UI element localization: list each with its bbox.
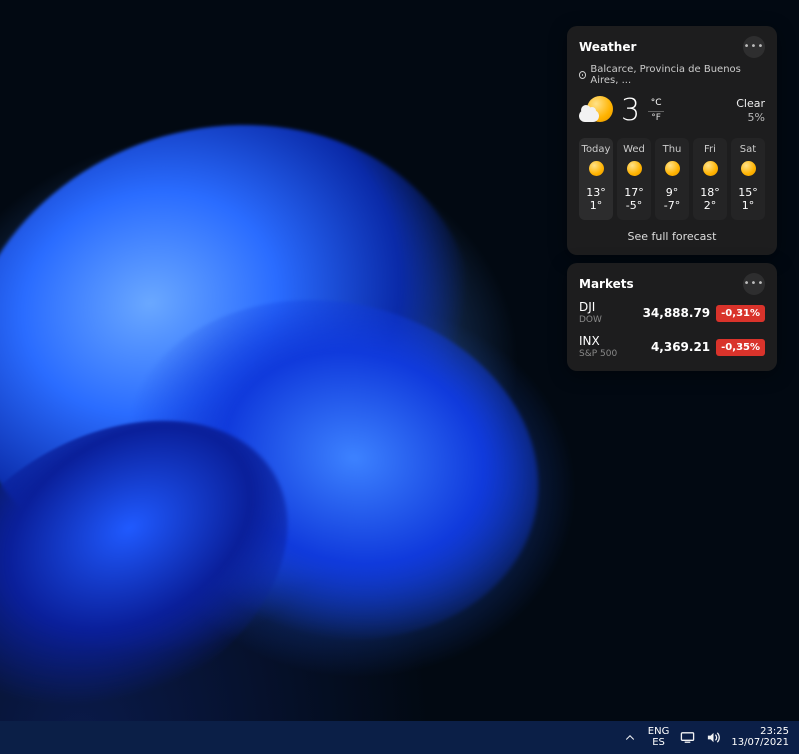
market-change-badge: -0,31% xyxy=(716,305,765,322)
forecast-day-label: Sat xyxy=(733,144,763,155)
market-symbol: INX xyxy=(579,335,651,349)
unit-celsius: °C xyxy=(651,98,662,109)
weather-condition: Clear 5% xyxy=(736,97,765,125)
forecast-hi: 15° xyxy=(733,186,763,199)
sun-icon xyxy=(700,159,720,179)
condition-detail: 5% xyxy=(736,111,765,125)
language-indicator[interactable]: ENG ES xyxy=(648,727,670,748)
weather-widget[interactable]: Weather ••• Balcarce, Provincia de Bueno… xyxy=(567,26,777,255)
forecast-hi: 18° xyxy=(695,186,725,199)
partly-cloudy-icon xyxy=(579,94,613,128)
forecast-day-label: Thu xyxy=(657,144,687,155)
forecast-day-label: Wed xyxy=(619,144,649,155)
forecast-hi: 9° xyxy=(657,186,687,199)
forecast-row: Today 13° 1° Wed 17° -5° Thu 9° -7° Fri … xyxy=(579,138,765,220)
sun-icon xyxy=(624,159,644,179)
volume-icon[interactable] xyxy=(705,730,721,746)
forecast-day[interactable]: Today 13° 1° xyxy=(579,138,613,220)
ellipsis-icon: ••• xyxy=(744,279,765,289)
language-top: ENG xyxy=(648,727,670,738)
tray-overflow-button[interactable] xyxy=(622,730,638,746)
forecast-day[interactable]: Sat 15° 1° xyxy=(731,138,765,220)
forecast-day[interactable]: Thu 9° -7° xyxy=(655,138,689,220)
widget-panel: Weather ••• Balcarce, Provincia de Bueno… xyxy=(567,26,777,371)
sun-icon xyxy=(738,159,758,179)
forecast-day-label: Today xyxy=(581,144,611,155)
market-change-badge: -0,35% xyxy=(716,339,765,356)
forecast-hi: 13° xyxy=(581,186,611,199)
taskbar-clock[interactable]: 23:25 13/07/2021 xyxy=(731,727,789,748)
network-icon[interactable] xyxy=(679,730,695,746)
forecast-lo: 1° xyxy=(581,199,611,212)
condition-label: Clear xyxy=(736,97,765,111)
current-temperature: 3 xyxy=(621,96,640,126)
forecast-lo: 1° xyxy=(733,199,763,212)
forecast-lo: -7° xyxy=(657,199,687,212)
taskbar: ENG ES 23:25 13/07/2021 xyxy=(0,721,799,754)
see-full-forecast-link[interactable]: See full forecast xyxy=(579,230,765,243)
unit-fahrenheit: °F xyxy=(651,113,661,124)
weather-current: 3 °C °F Clear 5% xyxy=(579,94,765,128)
markets-header: Markets ••• xyxy=(579,273,765,295)
markets-title: Markets xyxy=(579,277,634,291)
market-value: 4,369.21 xyxy=(651,340,710,354)
weather-header: Weather ••• xyxy=(579,36,765,58)
forecast-day[interactable]: Wed 17° -5° xyxy=(617,138,651,220)
sun-icon xyxy=(586,159,606,179)
system-tray: ENG ES 23:25 13/07/2021 xyxy=(622,727,789,748)
forecast-day-label: Fri xyxy=(695,144,725,155)
unit-toggle[interactable]: °C °F xyxy=(648,98,664,124)
weather-location-row[interactable]: Balcarce, Provincia de Buenos Aires, ... xyxy=(579,64,765,86)
weather-location: Balcarce, Provincia de Buenos Aires, ... xyxy=(590,64,765,86)
weather-current-left: 3 °C °F xyxy=(579,94,664,128)
markets-list: DJI DOW 34,888.79 -0,31% INX S&P 500 4,3… xyxy=(579,301,765,359)
market-name: S&P 500 xyxy=(579,349,651,359)
market-row[interactable]: DJI DOW 34,888.79 -0,31% xyxy=(579,301,765,325)
market-value: 34,888.79 xyxy=(643,306,711,320)
ellipsis-icon: ••• xyxy=(744,42,765,52)
forecast-hi: 17° xyxy=(619,186,649,199)
markets-widget[interactable]: Markets ••• DJI DOW 34,888.79 -0,31% INX… xyxy=(567,263,777,371)
forecast-day[interactable]: Fri 18° 2° xyxy=(693,138,727,220)
language-bottom: ES xyxy=(648,738,670,749)
market-symbol: DJI xyxy=(579,301,643,315)
markets-more-button[interactable]: ••• xyxy=(743,273,765,295)
unit-divider xyxy=(648,111,664,112)
taskbar-date: 13/07/2021 xyxy=(731,738,789,749)
forecast-lo: -5° xyxy=(619,199,649,212)
forecast-lo: 2° xyxy=(695,199,725,212)
market-name: DOW xyxy=(579,315,643,325)
taskbar-time: 23:25 xyxy=(731,727,789,738)
weather-title: Weather xyxy=(579,40,636,54)
sun-icon xyxy=(662,159,682,179)
market-row[interactable]: INX S&P 500 4,369.21 -0,35% xyxy=(579,335,765,359)
weather-more-button[interactable]: ••• xyxy=(743,36,765,58)
location-icon xyxy=(579,71,586,79)
